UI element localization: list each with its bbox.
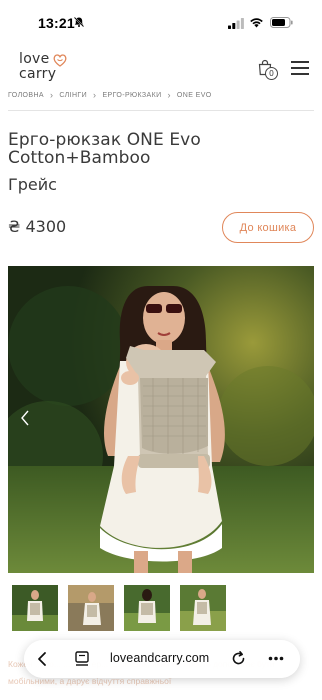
cart-count-badge: 0 xyxy=(265,67,278,80)
cellular-signal-icon xyxy=(228,18,244,29)
more-options-icon[interactable] xyxy=(268,656,284,661)
thumbnail-4[interactable] xyxy=(180,585,226,631)
wifi-icon xyxy=(250,18,263,28)
product-title: Ерго-рюкзак ONE Evo Cotton+Bamboo xyxy=(8,130,201,168)
reload-icon[interactable] xyxy=(230,650,247,667)
breadcrumb-home[interactable]: ГОЛОВНА xyxy=(8,92,44,99)
thumbnail-image xyxy=(124,585,170,631)
url-address[interactable]: loveandcarry.com xyxy=(110,651,209,665)
browser-toolbar: loveandcarry.com xyxy=(24,640,300,678)
status-bar: 13:21 xyxy=(0,0,322,46)
back-arrow-icon[interactable] xyxy=(32,649,52,669)
chevron-right-icon: › xyxy=(167,90,171,100)
status-time: 13:21 xyxy=(38,15,75,31)
logo-text-carry: carry xyxy=(19,66,57,82)
add-to-cart-button[interactable]: До кошика xyxy=(222,212,314,243)
product-main-image[interactable] xyxy=(8,266,314,573)
logo-heart-mark-icon xyxy=(53,54,67,67)
breadcrumb: ГОЛОВНА › СЛІНГИ › ЕРГО-РЮКЗАКИ › ONE EV… xyxy=(8,90,314,100)
divider xyxy=(8,110,314,111)
breadcrumb-ergo-backpacks[interactable]: ЕРГО-РЮКЗАКИ xyxy=(102,92,161,99)
product-variant: Грейс xyxy=(8,175,57,194)
thumbnail-image xyxy=(68,585,114,631)
thumbnail-1[interactable] xyxy=(12,585,58,631)
page-menu-icon[interactable] xyxy=(75,651,89,667)
chevron-right-icon: › xyxy=(93,90,97,100)
thumbnail-image xyxy=(12,585,58,631)
site-header: love carry 0 xyxy=(0,46,322,88)
battery-icon xyxy=(270,17,293,28)
bell-muted-icon xyxy=(73,16,85,28)
chevron-left-icon[interactable] xyxy=(18,408,32,428)
hamburger-menu-icon[interactable] xyxy=(291,61,309,75)
love-carry-logo[interactable]: love carry xyxy=(19,52,71,86)
product-price: ₴ 4300 xyxy=(8,217,67,236)
product-photo xyxy=(8,266,314,573)
thumbnail-2[interactable] xyxy=(68,585,114,631)
thumbnail-image xyxy=(180,585,226,631)
thumbnail-3[interactable] xyxy=(124,585,170,631)
thumbnail-strip xyxy=(12,585,312,631)
breadcrumb-slings[interactable]: СЛІНГИ xyxy=(59,92,87,99)
breadcrumb-current: ONE EVO xyxy=(176,91,212,99)
cart-button[interactable]: 0 xyxy=(257,59,279,81)
chevron-right-icon: › xyxy=(50,90,54,100)
